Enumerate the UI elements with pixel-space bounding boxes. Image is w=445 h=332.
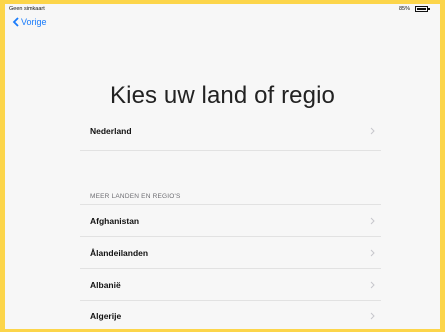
- list-item-label: Nederland: [90, 126, 132, 136]
- divider: [80, 236, 381, 237]
- chevron-left-icon: [12, 17, 19, 27]
- list-item-label: Ålandeilanden: [90, 248, 149, 258]
- chevron-right-icon: [370, 249, 375, 257]
- list-item-country[interactable]: Algerije: [80, 302, 381, 329]
- chevron-right-icon: [370, 217, 375, 225]
- page-title: Kies uw land of regio: [110, 82, 335, 109]
- setup-screen: Geen simkaart 85% Vorige Kies uw land of…: [5, 4, 440, 329]
- list-item-country[interactable]: Afghanistan: [80, 207, 381, 235]
- battery-icon: [415, 6, 430, 12]
- divider: [80, 300, 381, 301]
- back-label: Vorige: [21, 17, 47, 27]
- list-item-label: Albanië: [90, 280, 121, 290]
- chevron-right-icon: [370, 127, 375, 135]
- list-item-country[interactable]: Albanië: [80, 271, 381, 299]
- list-item-current-region[interactable]: Nederland: [80, 117, 381, 145]
- carrier-label: Geen simkaart: [9, 6, 45, 12]
- divider: [80, 204, 381, 205]
- divider: [80, 268, 381, 269]
- chevron-right-icon: [370, 281, 375, 289]
- section-header: MEER LANDEN EN REGIO'S: [90, 193, 181, 200]
- status-bar: Geen simkaart 85%: [5, 4, 440, 16]
- chevron-right-icon: [370, 312, 375, 320]
- divider: [80, 150, 381, 151]
- list-item-label: Afghanistan: [90, 216, 140, 226]
- list-item-label: Algerije: [90, 311, 122, 321]
- battery-percent: 85%: [398, 6, 410, 12]
- list-item-country[interactable]: Ålandeilanden: [80, 239, 381, 267]
- back-button[interactable]: Vorige: [12, 17, 47, 27]
